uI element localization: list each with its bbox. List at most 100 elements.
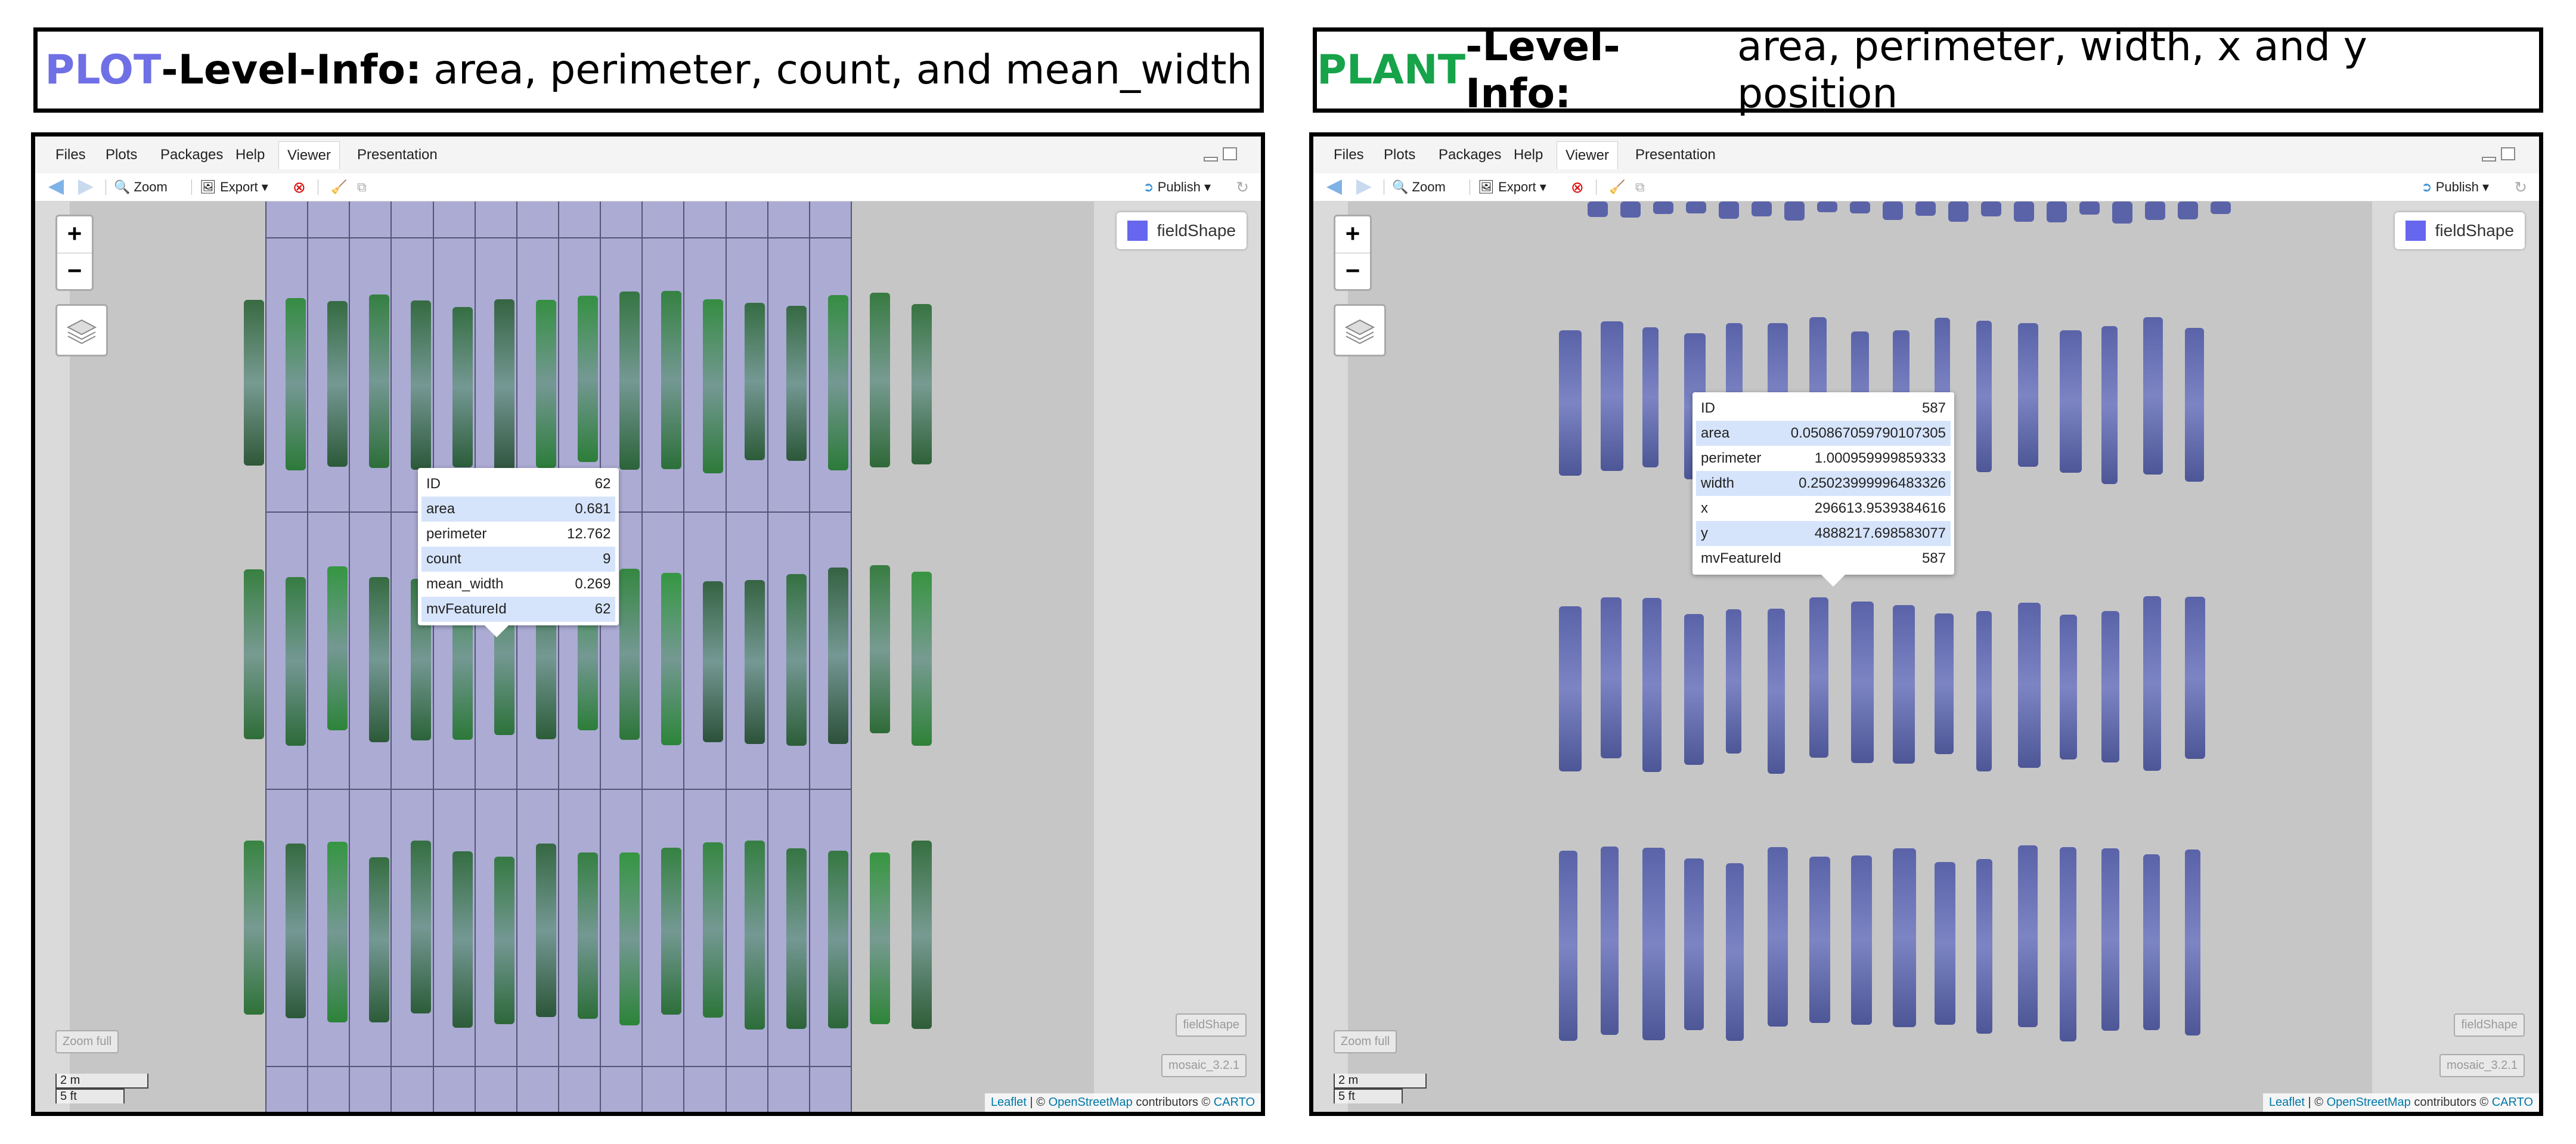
plant-shape[interactable]: [1726, 863, 1744, 1041]
plant-shape[interactable]: [1620, 201, 1641, 218]
plant-shape[interactable]: [1784, 201, 1805, 221]
forward-arrow-icon[interactable]: [78, 179, 94, 195]
layers-icon[interactable]: [1334, 304, 1386, 356]
plant-shape[interactable]: [2060, 330, 2082, 473]
plant-shape[interactable]: [2101, 610, 2119, 762]
plant-shape[interactable]: [1809, 597, 1828, 758]
tab-presentation[interactable]: Presentation: [349, 141, 446, 169]
refresh-icon[interactable]: ↻: [1236, 173, 1249, 201]
back-arrow-icon[interactable]: [1326, 179, 1342, 195]
tab-packages[interactable]: Packages: [152, 141, 231, 169]
broom-icon[interactable]: 🧹: [1609, 173, 1625, 201]
layer-tag-mosaic[interactable]: mosaic_3.2.1: [1161, 1054, 1247, 1077]
zoom-full-button[interactable]: Zoom full: [1334, 1030, 1397, 1053]
plant-shape[interactable]: [2143, 596, 2161, 771]
plant-shape[interactable]: [2060, 615, 2077, 760]
zoom-button[interactable]: 🔍 Zoom: [1392, 173, 1446, 201]
popout-icon[interactable]: ⧉: [1635, 173, 1645, 201]
plant-shape[interactable]: [1684, 614, 1704, 765]
plant-shape[interactable]: [1817, 201, 1837, 213]
plant-shape[interactable]: [1915, 201, 1936, 216]
plant-shape[interactable]: [1719, 201, 1739, 219]
plant-shape[interactable]: [2101, 848, 2119, 1031]
minimize-icon[interactable]: [1204, 157, 1218, 162]
plant-shape[interactable]: [2079, 201, 2100, 215]
tab-viewer[interactable]: Viewer: [1557, 141, 1618, 169]
plant-shape[interactable]: [1893, 848, 1916, 1028]
tab-viewer[interactable]: Viewer: [278, 141, 340, 169]
tab-packages[interactable]: Packages: [1430, 141, 1509, 169]
popout-icon[interactable]: ⧉: [357, 173, 367, 201]
layer-tag-fieldshape[interactable]: fieldShape: [2454, 1013, 2525, 1037]
plant-shape[interactable]: [1642, 327, 1659, 467]
plant-shape[interactable]: [1752, 201, 1772, 217]
layer-tag-fieldshape[interactable]: fieldShape: [1176, 1013, 1247, 1037]
publish-button[interactable]: ➲ Publish ▾: [1143, 173, 1211, 201]
plant-shape[interactable]: [1601, 321, 1623, 472]
zoom-full-button[interactable]: Zoom full: [55, 1030, 119, 1053]
plant-shape[interactable]: [1559, 330, 1582, 476]
plant-shape[interactable]: [1893, 604, 1915, 764]
remove-viewer-icon[interactable]: ⊗: [293, 173, 306, 201]
plant-shape[interactable]: [1851, 855, 1872, 1025]
plant-shape[interactable]: [2014, 201, 2034, 222]
plant-shape[interactable]: [1976, 859, 1992, 1034]
broom-icon[interactable]: 🧹: [331, 173, 347, 201]
plant-shape[interactable]: [1948, 201, 1969, 222]
zoom-out-button[interactable]: −: [1335, 253, 1370, 290]
plant-shape[interactable]: [1935, 861, 1955, 1025]
plant-shape[interactable]: [1642, 847, 1665, 1040]
plant-shape[interactable]: [1935, 613, 1954, 754]
plant-shape[interactable]: [1684, 858, 1704, 1030]
leaflet-link[interactable]: Leaflet: [2269, 1096, 2305, 1109]
leaflet-map[interactable]: + − fieldShape ID 587 area 0.0508670597901…: [1313, 201, 2539, 1112]
plant-shape[interactable]: [1809, 857, 1830, 1023]
plant-shape[interactable]: [2185, 597, 2205, 759]
tab-plots[interactable]: Plots: [1375, 141, 1424, 169]
export-button[interactable]: 🖼 Export ▾: [1478, 173, 1546, 201]
tab-plots[interactable]: Plots: [97, 141, 145, 169]
forward-arrow-icon[interactable]: [1356, 179, 1372, 195]
publish-button[interactable]: ➲ Publish ▾: [2421, 173, 2489, 201]
plant-shape[interactable]: [1981, 201, 2001, 216]
plant-shape[interactable]: [2185, 328, 2204, 482]
plant-shape[interactable]: [1601, 847, 1619, 1036]
plant-shape[interactable]: [1768, 847, 1788, 1027]
plant-shape[interactable]: [1976, 320, 1992, 473]
plant-shape[interactable]: [1851, 601, 1874, 763]
plant-shape[interactable]: [1850, 201, 1870, 214]
plant-shape[interactable]: [2101, 326, 2118, 484]
minimize-icon[interactable]: [2482, 157, 2496, 162]
plant-shape[interactable]: [2018, 845, 2038, 1027]
plant-shape[interactable]: [2112, 201, 2132, 224]
plant-shape[interactable]: [1768, 608, 1785, 774]
maximize-icon[interactable]: [2501, 147, 2515, 160]
leaflet-map[interactable]: + − fieldShape ID 62 area 0.681 perimeter 1…: [35, 201, 1261, 1112]
leaflet-link[interactable]: Leaflet: [991, 1096, 1027, 1109]
plant-shape[interactable]: [2145, 201, 2165, 221]
plant-shape[interactable]: [1559, 606, 1582, 771]
maximize-icon[interactable]: [1223, 147, 1237, 160]
tab-help[interactable]: Help: [1505, 141, 1551, 169]
layer-tag-mosaic[interactable]: mosaic_3.2.1: [2439, 1054, 2525, 1077]
tab-files[interactable]: Files: [47, 141, 94, 169]
plant-shape[interactable]: [1601, 597, 1622, 759]
zoom-out-button[interactable]: −: [57, 253, 92, 290]
plant-shape[interactable]: [2047, 201, 2067, 222]
plant-shape[interactable]: [2018, 323, 2038, 467]
osm-link[interactable]: OpenStreetMap: [1049, 1096, 1133, 1109]
plant-shape[interactable]: [2018, 602, 2041, 768]
tab-presentation[interactable]: Presentation: [1627, 141, 1724, 169]
layers-icon[interactable]: [55, 304, 108, 356]
zoom-button[interactable]: 🔍 Zoom: [114, 173, 168, 201]
export-button[interactable]: 🖼 Export ▾: [200, 173, 268, 201]
remove-viewer-icon[interactable]: ⊗: [1571, 173, 1584, 201]
plant-shape[interactable]: [1686, 201, 1706, 213]
plant-shape[interactable]: [2178, 201, 2198, 220]
osm-link[interactable]: OpenStreetMap: [2327, 1096, 2411, 1109]
plant-shape[interactable]: [1642, 598, 1661, 772]
carto-link[interactable]: CARTO: [2492, 1096, 2533, 1109]
tab-files[interactable]: Files: [1325, 141, 1372, 169]
plant-shape[interactable]: [1726, 609, 1741, 754]
plant-shape[interactable]: [1883, 201, 1903, 220]
